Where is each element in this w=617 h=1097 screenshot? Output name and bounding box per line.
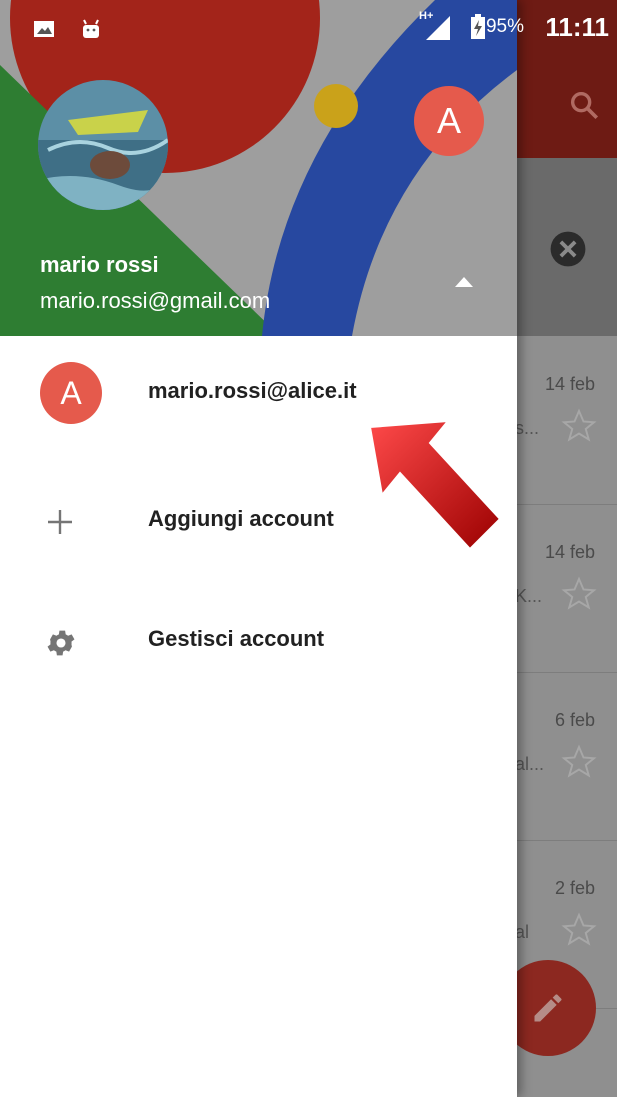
battery-charging-icon	[471, 14, 485, 39]
gear-icon	[47, 630, 75, 656]
arrow-annotation	[368, 419, 502, 551]
windsurfer-photo	[38, 80, 168, 210]
star-icon[interactable]	[561, 744, 597, 780]
drawer-header: A mario rossi mario.rossi@gmail.com	[0, 0, 517, 336]
android-icon	[83, 19, 99, 38]
manage-accounts-button[interactable]: Gestisci account	[0, 598, 517, 688]
message-snippet: al	[515, 922, 530, 942]
inbox-banner	[517, 158, 617, 336]
message-date: 14 feb	[544, 374, 595, 394]
status-bar: H+ 95% 11:11	[0, 0, 617, 50]
search-icon[interactable]	[567, 88, 601, 122]
message-date: 2 feb	[554, 878, 595, 898]
list-item[interactable]: 6 feb al...	[515, 672, 617, 841]
clock: 11:11	[545, 12, 609, 42]
star-icon[interactable]	[561, 912, 597, 948]
pencil-icon	[534, 994, 562, 1022]
profile-photo[interactable]	[38, 80, 168, 210]
list-item[interactable]: 14 feb s...	[515, 336, 617, 505]
message-snippet: s...	[515, 418, 540, 438]
other-account-avatar[interactable]: A	[414, 86, 484, 156]
battery-percent: 95%	[485, 16, 524, 37]
image-icon	[34, 21, 54, 37]
account-email-label: mario.rossi@alice.it	[148, 378, 357, 403]
account-email: mario.rossi@gmail.com	[40, 288, 271, 313]
message-snippet: K...	[515, 586, 543, 606]
add-account-label: Aggiungi account	[148, 506, 334, 531]
message-date: 14 feb	[544, 542, 595, 562]
plus-icon	[48, 510, 72, 534]
message-date: 6 feb	[554, 710, 595, 730]
star-icon[interactable]	[561, 576, 597, 612]
close-circle-icon[interactable]	[549, 230, 587, 268]
account-avatar: A	[40, 362, 102, 424]
caret-up-icon[interactable]	[454, 276, 474, 288]
star-icon[interactable]	[561, 408, 597, 444]
account-name: mario rossi	[40, 252, 159, 277]
manage-accounts-label: Gestisci account	[148, 626, 325, 651]
list-item[interactable]: 14 feb K...	[515, 504, 617, 673]
message-snippet: al...	[515, 754, 545, 774]
network-type: H+	[419, 10, 434, 22]
